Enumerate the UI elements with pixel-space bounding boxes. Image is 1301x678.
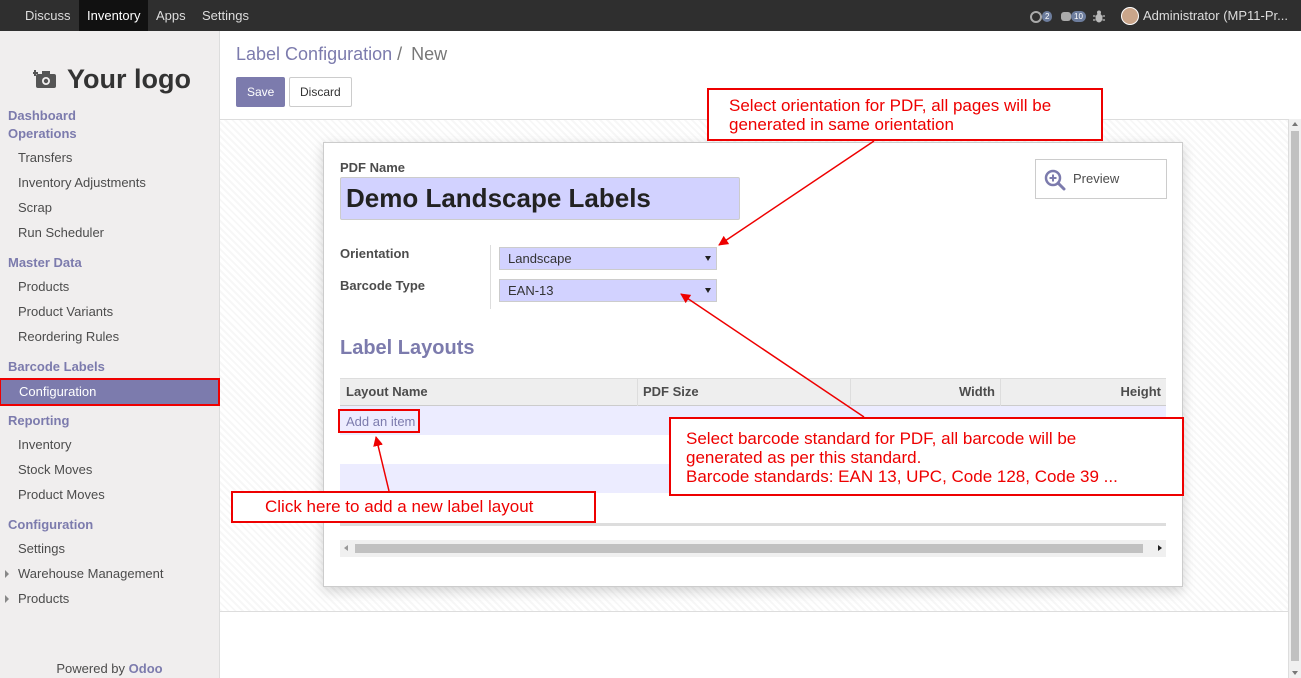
caret-right-icon — [5, 570, 9, 578]
scroll-thumb[interactable] — [355, 544, 1143, 553]
powered-prefix: Powered by — [56, 661, 126, 676]
annotation-add-item: Click here to add a new label layout — [231, 491, 596, 523]
magnifier-plus-icon — [1044, 169, 1066, 191]
annotation-line: generated as per this standard. — [686, 448, 922, 467]
scroll-left-icon[interactable] — [344, 545, 348, 551]
breadcrumb-parent[interactable]: Label Configuration — [236, 44, 392, 64]
field-separator — [490, 245, 491, 309]
sidebar-item-transfers[interactable]: Transfers — [0, 146, 219, 170]
orientation-select[interactable]: Landscape — [499, 247, 717, 270]
pdf-name-input[interactable]: Demo Landscape Labels — [340, 177, 740, 220]
logo-text: Your logo — [67, 63, 191, 94]
add-item-link[interactable]: Add an item — [338, 409, 420, 433]
layouts-table-header: Layout Name PDF Size Width Height — [340, 378, 1166, 406]
clock-icon — [1030, 10, 1042, 23]
annotation-line: Select orientation for PDF, all pages wi… — [729, 96, 1052, 115]
activity-badge: 2 — [1042, 11, 1053, 23]
sidebar: Your logo Dashboard Operations Transfers… — [0, 31, 220, 678]
barcode-type-select[interactable]: EAN-13 — [499, 279, 717, 302]
annotation-line: generated in same orientation — [729, 115, 954, 134]
breadcrumb-separator: / — [397, 44, 403, 64]
sidebar-item-label: Products — [18, 591, 70, 606]
annotation-orientation: Select orientation for PDF, all pages wi… — [707, 88, 1103, 141]
scroll-down-icon[interactable] — [1292, 671, 1298, 675]
menu-discuss[interactable]: Discuss — [17, 0, 79, 31]
sidebar-item-products[interactable]: Products — [0, 275, 219, 299]
pdf-name-label: PDF Name — [340, 160, 406, 175]
sidebar-item-label: Warehouse Management — [18, 566, 164, 581]
label-layouts-title: Label Layouts — [340, 337, 475, 359]
debug-bug-icon[interactable] — [1093, 0, 1105, 31]
sidebar-head-configuration[interactable]: Configuration — [8, 517, 93, 532]
sidebar-item-configuration[interactable]: Configuration — [0, 378, 220, 406]
annotation-line: Select barcode standard for PDF, all bar… — [686, 429, 1077, 448]
sidebar-item-product-variants[interactable]: Product Variants — [0, 300, 219, 324]
messages-menu[interactable]: 10 — [1061, 0, 1086, 31]
sidebar-item-settings[interactable]: Settings — [0, 537, 219, 561]
messages-badge: 10 — [1071, 11, 1086, 23]
sidebar-head-barcode-labels[interactable]: Barcode Labels — [8, 359, 105, 374]
col-height[interactable]: Height — [1000, 379, 1166, 406]
dropdown-arrow-icon — [705, 288, 711, 293]
sidebar-item-inventory[interactable]: Inventory — [0, 433, 219, 457]
powered-by: Powered by Odoo — [0, 661, 219, 676]
preview-button[interactable]: Preview — [1035, 159, 1167, 199]
sidebar-head-operations[interactable]: Operations — [8, 126, 77, 141]
user-name: Administrator (MP11-Pr... — [1143, 8, 1288, 23]
col-pdf-size[interactable]: PDF Size — [637, 379, 850, 406]
scroll-right-icon[interactable] — [1158, 545, 1162, 551]
menu-settings[interactable]: Settings — [194, 0, 257, 31]
sidebar-item-product-moves[interactable]: Product Moves — [0, 483, 219, 507]
scroll-up-icon[interactable] — [1292, 122, 1298, 126]
vertical-scrollbar[interactable] — [1288, 119, 1301, 678]
breadcrumb-current: New — [411, 44, 448, 64]
horizontal-scrollbar[interactable] — [340, 540, 1166, 557]
scroll-thumb[interactable] — [1291, 131, 1299, 661]
sidebar-item-reordering-rules[interactable]: Reordering Rules — [0, 325, 219, 349]
menu-apps[interactable]: Apps — [148, 0, 194, 31]
preview-label: Preview — [1073, 171, 1120, 186]
company-logo[interactable]: Your logo — [24, 51, 200, 107]
col-layout-name[interactable]: Layout Name — [340, 379, 637, 406]
sidebar-item-stock-moves[interactable]: Stock Moves — [0, 458, 219, 482]
breadcrumb: Label Configuration / New — [236, 44, 447, 65]
menu-inventory[interactable]: Inventory — [79, 0, 149, 31]
table-footer-line — [340, 523, 1166, 526]
sidebar-item-run-scheduler[interactable]: Run Scheduler — [0, 221, 219, 245]
save-button[interactable]: Save — [236, 77, 286, 107]
discard-button[interactable]: Discard — [289, 77, 352, 107]
dropdown-arrow-icon — [705, 256, 711, 261]
activity-menu[interactable]: 2 — [1030, 0, 1053, 31]
orientation-label: Orientation — [340, 246, 410, 261]
camera-icon — [33, 70, 56, 88]
sidebar-head-reporting[interactable]: Reporting — [8, 413, 69, 428]
top-navbar: Discuss Inventory Apps Settings 2 10 Adm… — [0, 0, 1301, 31]
annotation-barcode: Select barcode standard for PDF, all bar… — [669, 417, 1184, 496]
user-menu[interactable]: Administrator (MP11-Pr... — [1121, 0, 1288, 31]
barcode-type-label: Barcode Type — [340, 278, 426, 293]
sidebar-item-scrap[interactable]: Scrap — [0, 196, 219, 220]
chat-icon — [1061, 12, 1071, 22]
avatar — [1121, 6, 1139, 25]
sidebar-item-inventory-adjustments[interactable]: Inventory Adjustments — [0, 171, 219, 195]
col-width[interactable]: Width — [850, 379, 1000, 406]
sidebar-head-dashboard[interactable]: Dashboard — [8, 108, 76, 123]
sidebar-item-config-products[interactable]: Products — [0, 587, 219, 611]
orientation-value: Landscape — [508, 251, 572, 266]
caret-right-icon — [5, 595, 9, 603]
annotation-line: Barcode standards: EAN 13, UPC, Code 128… — [686, 467, 1118, 486]
odoo-link[interactable]: Odoo — [129, 661, 163, 676]
sidebar-item-warehouse-management[interactable]: Warehouse Management — [0, 562, 219, 586]
sidebar-head-master-data[interactable]: Master Data — [8, 255, 82, 270]
barcode-type-value: EAN-13 — [508, 283, 554, 298]
